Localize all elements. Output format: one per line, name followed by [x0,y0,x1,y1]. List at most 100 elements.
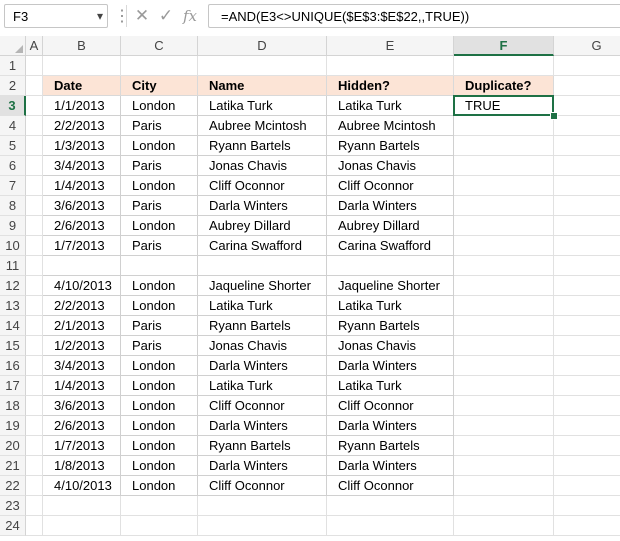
cell-c4[interactable]: Paris [121,116,198,136]
cell-c22[interactable]: London [121,476,198,496]
cell-g13[interactable] [554,296,620,316]
cell-e18[interactable]: Cliff Oconnor [327,396,454,416]
cell-f7[interactable] [454,176,554,196]
cell-d1[interactable] [198,56,327,76]
cell-f21[interactable] [454,456,554,476]
cell-e3[interactable]: Latika Turk [327,96,454,116]
cell-f1[interactable] [454,56,554,76]
cell-c9[interactable]: London [121,216,198,236]
cell-g9[interactable] [554,216,620,236]
cell-a23[interactable] [26,496,43,516]
cell-b14[interactable]: 2/1/2013 [43,316,121,336]
cell-e6[interactable]: Jonas Chavis [327,156,454,176]
cell-b6[interactable]: 3/4/2013 [43,156,121,176]
cell-b15[interactable]: 1/2/2013 [43,336,121,356]
cell-e5[interactable]: Ryann Bartels [327,136,454,156]
row-header-19[interactable]: 19 [0,416,26,436]
cell-a24[interactable] [26,516,43,536]
enter-icon[interactable]: ✓ [155,4,177,28]
cell-d2[interactable]: Name [198,76,327,96]
cell-e19[interactable]: Darla Winters [327,416,454,436]
column-header-c[interactable]: C [121,36,198,56]
cell-e23[interactable] [327,496,454,516]
cell-d14[interactable]: Ryann Bartels [198,316,327,336]
cell-e14[interactable]: Ryann Bartels [327,316,454,336]
cell-e13[interactable]: Latika Turk [327,296,454,316]
cell-e16[interactable]: Darla Winters [327,356,454,376]
cell-a10[interactable] [26,236,43,256]
cell-a15[interactable] [26,336,43,356]
cell-d23[interactable] [198,496,327,516]
row-header-23[interactable]: 23 [0,496,26,516]
cell-d5[interactable]: Ryann Bartels [198,136,327,156]
cell-c19[interactable]: London [121,416,198,436]
cell-b9[interactable]: 2/6/2013 [43,216,121,236]
column-header-d[interactable]: D [198,36,327,56]
cell-b21[interactable]: 1/8/2013 [43,456,121,476]
row-header-11[interactable]: 11 [0,256,26,276]
cell-g3[interactable] [554,96,620,116]
cell-e11[interactable] [327,256,454,276]
row-header-18[interactable]: 18 [0,396,26,416]
cell-d15[interactable]: Jonas Chavis [198,336,327,356]
cell-c2[interactable]: City [121,76,198,96]
cell-a18[interactable] [26,396,43,416]
cell-f2[interactable]: Duplicate? [454,76,554,96]
cell-b18[interactable]: 3/6/2013 [43,396,121,416]
column-header-e[interactable]: E [327,36,454,56]
cell-g7[interactable] [554,176,620,196]
cell-f23[interactable] [454,496,554,516]
row-header-15[interactable]: 15 [0,336,26,356]
cell-c24[interactable] [121,516,198,536]
row-header-10[interactable]: 10 [0,236,26,256]
row-header-21[interactable]: 21 [0,456,26,476]
cell-d6[interactable]: Jonas Chavis [198,156,327,176]
cell-g16[interactable] [554,356,620,376]
cell-g12[interactable] [554,276,620,296]
cell-d4[interactable]: Aubree Mcintosh [198,116,327,136]
cell-d3[interactable]: Latika Turk [198,96,327,116]
cell-b11[interactable] [43,256,121,276]
cell-f9[interactable] [454,216,554,236]
cell-d13[interactable]: Latika Turk [198,296,327,316]
cell-d19[interactable]: Darla Winters [198,416,327,436]
cell-g5[interactable] [554,136,620,156]
row-header-7[interactable]: 7 [0,176,26,196]
cell-b17[interactable]: 1/4/2013 [43,376,121,396]
cell-c11[interactable] [121,256,198,276]
cell-a13[interactable] [26,296,43,316]
cell-g2[interactable] [554,76,620,96]
cell-b13[interactable]: 2/2/2013 [43,296,121,316]
insert-function-icon[interactable]: fx [179,4,201,28]
cell-b19[interactable]: 2/6/2013 [43,416,121,436]
cell-f18[interactable] [454,396,554,416]
cancel-icon[interactable]: ✕ [131,4,153,28]
cell-b8[interactable]: 3/6/2013 [43,196,121,216]
row-header-13[interactable]: 13 [0,296,26,316]
cell-a12[interactable] [26,276,43,296]
cell-e1[interactable] [327,56,454,76]
select-all-corner[interactable] [0,36,26,56]
row-header-17[interactable]: 17 [0,376,26,396]
cell-a22[interactable] [26,476,43,496]
cell-e12[interactable]: Jaqueline Shorter [327,276,454,296]
cell-f16[interactable] [454,356,554,376]
cell-c7[interactable]: London [121,176,198,196]
cell-c17[interactable]: London [121,376,198,396]
cell-b12[interactable]: 4/10/2013 [43,276,121,296]
formula-input[interactable]: =AND(E3<>UNIQUE($E$3:$E$22,,TRUE)) [208,4,620,28]
cell-a11[interactable] [26,256,43,276]
cell-a7[interactable] [26,176,43,196]
cell-c3[interactable]: London [121,96,198,116]
cell-c10[interactable]: Paris [121,236,198,256]
fill-handle[interactable] [550,112,558,120]
cell-e2[interactable]: Hidden? [327,76,454,96]
cell-d17[interactable]: Latika Turk [198,376,327,396]
cell-f15[interactable] [454,336,554,356]
cell-e10[interactable]: Carina Swafford [327,236,454,256]
row-header-2[interactable]: 2 [0,76,26,96]
cell-e22[interactable]: Cliff Oconnor [327,476,454,496]
cell-g15[interactable] [554,336,620,356]
cell-c15[interactable]: Paris [121,336,198,356]
cell-b2[interactable]: Date [43,76,121,96]
